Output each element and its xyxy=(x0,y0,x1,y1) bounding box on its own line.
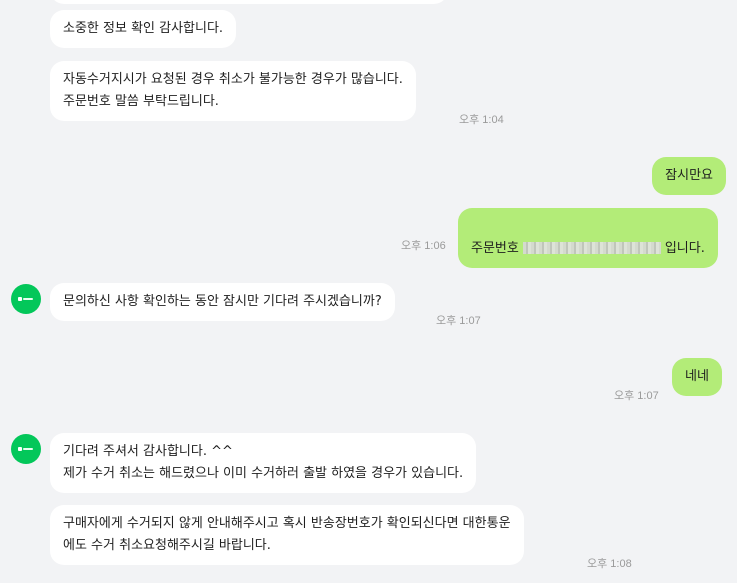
message-bubble-outgoing: 주문번호 입니다. xyxy=(458,208,718,268)
message-bubble-incoming: 자동수거지시가 요청된 경우 취소가 불가능한 경우가 많습니다. 주문번호 말… xyxy=(50,61,416,121)
message-bubble-incoming: 소중한 정보 확인 감사합니다. xyxy=(50,10,237,48)
order-number-label: 주문번호 xyxy=(471,241,519,256)
message-time: 오후 1:07 xyxy=(436,315,481,327)
message-time: 오후 1:06 xyxy=(401,240,446,252)
message-bubble-outgoing: 네네 xyxy=(672,358,722,396)
message-bubble-incoming: 기다려 주셔서 감사합니다. ^^ 제가 수거 취소는 해드렸으나 이미 수거하… xyxy=(50,433,477,493)
message-bubble-incoming: 문의하신 사항 확인하는 동안 잠시만 기다려 주시겠습니까? xyxy=(50,283,395,321)
message-bubble-outgoing: 잠시만요 xyxy=(652,157,726,195)
message-time: 오후 1:04 xyxy=(459,114,504,126)
smartstore-logo-icon[interactable] xyxy=(11,284,41,314)
message-time: 오후 1:07 xyxy=(614,390,659,402)
smartstore-logo-icon[interactable] xyxy=(11,434,41,464)
message-time: 오후 1:08 xyxy=(587,558,632,570)
redacted-order-number xyxy=(522,242,661,254)
previous-message-bubble xyxy=(50,0,448,4)
message-bubble-incoming: 구매자에게 수거되지 않게 안내해주시고 혹시 반송장번호가 확인되신다면 대한… xyxy=(50,505,524,565)
order-number-suffix: 입니다. xyxy=(664,241,705,256)
